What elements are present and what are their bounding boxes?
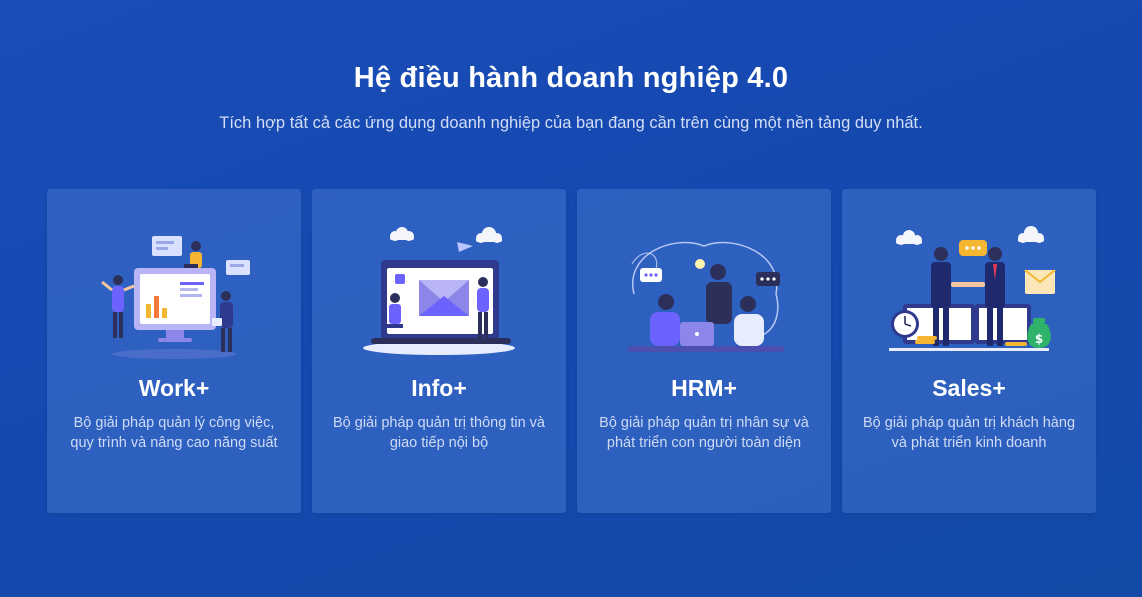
card-title: Sales+ [932,375,1006,401]
svg-text:$: $ [1035,332,1043,346]
card-description: Bộ giải pháp quản lý công việc, quy trìn… [70,415,278,451]
card-info[interactable]: Info+ Bộ giải pháp quản trị thông tin và… [312,189,566,513]
card-title: Work+ [138,375,210,401]
team-meeting-illustration [628,241,784,352]
laptop-mail-illustration [363,227,515,355]
card-title: HRM+ [671,375,737,401]
card-description: Bộ giải pháp quản trị khách hàng và phát… [862,415,1076,451]
card-title: Info+ [411,375,467,401]
card-work[interactable]: Work+ Bộ giải pháp quản lý công việc, qu… [47,189,301,513]
product-cards: Work+ Bộ giải pháp quản lý công việc, qu… [47,189,1096,513]
team-dashboard-illustration [101,236,250,359]
handshake-deal-illustration: $ [889,226,1056,351]
card-description: Bộ giải pháp quản trị nhân sự và phát tr… [599,415,809,451]
page-subtitle: Tích hợp tất cả các ứng dụng doanh nghiệ… [219,114,923,132]
page-title: Hệ điều hành doanh nghiệp 4.0 [353,62,789,94]
card-description: Bộ giải pháp quản trị thông tin và giao … [332,415,545,451]
card-sales[interactable]: $ Sales+ Bộ giải pháp quản trị khách hàn… [842,189,1096,513]
card-hrm[interactable]: HRM+ Bộ giải pháp quản trị nhân sự và ph… [577,189,831,513]
